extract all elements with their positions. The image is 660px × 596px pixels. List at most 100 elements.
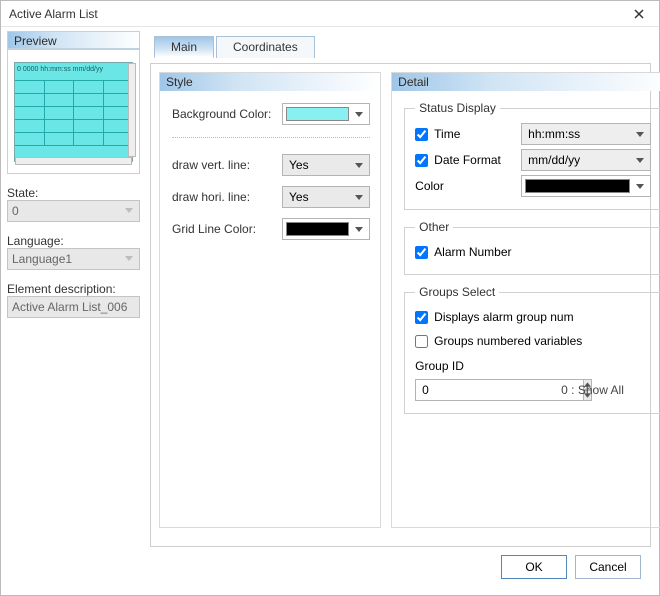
language-label: Language: — [7, 234, 140, 248]
chevron-down-icon — [355, 112, 363, 117]
gridcolor-label: Grid Line Color: — [172, 222, 282, 236]
ok-button[interactable]: OK — [501, 555, 567, 579]
status-display-legend: Status Display — [415, 101, 500, 115]
elemdesc-label: Element description: — [7, 282, 140, 296]
preview-vscrollbar — [128, 63, 136, 157]
time-row: Time hh:mm:ss — [415, 121, 651, 147]
dialog-window: Active Alarm List Preview 0 0000 hh:mm:s… — [0, 0, 660, 596]
date-format-select[interactable]: mm/dd/yy — [521, 149, 651, 171]
horiline-value: Yes — [289, 190, 309, 204]
titlebar: Active Alarm List — [1, 1, 659, 27]
time-format-value: hh:mm:ss — [528, 127, 580, 141]
preview-box: 0 0000 hh:mm:ss mm/dd/yy — [7, 49, 140, 174]
preview-thumbnail: 0 0000 hh:mm:ss mm/dd/yy — [14, 62, 133, 162]
chevron-down-icon — [125, 256, 133, 261]
tab-panel-main: Style Background Color: — [150, 63, 651, 547]
style-section: Style Background Color: — [159, 72, 381, 528]
vertline-row: draw vert. line: Yes — [172, 152, 370, 178]
groups-select-group: Groups Select Displays alarm group num G… — [404, 285, 660, 414]
group-id-hint: 0 : Show All — [561, 383, 624, 397]
group-id-label: Group ID — [415, 359, 651, 373]
state-value: 0 — [12, 204, 19, 218]
status-color-row: Color — [415, 173, 651, 199]
date-checkbox[interactable] — [415, 154, 428, 167]
grp-var-label: Groups numbered variables — [434, 334, 582, 348]
detail-section-title: Detail — [392, 73, 660, 91]
group-id-spinner[interactable] — [415, 379, 535, 401]
date-label: Date Format — [434, 153, 501, 167]
close-icon — [634, 9, 644, 19]
chevron-down-icon — [355, 227, 363, 232]
group-id-row: 0 : Show All — [415, 377, 651, 403]
preview-header: Preview — [7, 31, 140, 49]
preview-group: Preview 0 0000 hh:mm:ss mm/dd/yy — [7, 31, 140, 174]
gridcolor-picker[interactable] — [282, 218, 370, 240]
chevron-down-icon — [636, 184, 644, 189]
chevron-down-icon — [355, 195, 363, 200]
style-column: Style Background Color: — [159, 72, 381, 538]
other-legend: Other — [415, 220, 453, 234]
status-display-group: Status Display Time hh:mm:ss — [404, 101, 660, 210]
bgcolor-row: Background Color: — [172, 101, 370, 127]
elemdesc-group: Element description: Active Alarm List_0… — [7, 280, 140, 318]
time-format-select[interactable]: hh:mm:ss — [521, 123, 651, 145]
language-group: Language: Language1 — [7, 232, 140, 270]
groups-select-legend: Groups Select — [415, 285, 499, 299]
close-button[interactable] — [627, 2, 651, 26]
cancel-button-label: Cancel — [589, 560, 626, 574]
chevron-down-icon — [636, 158, 644, 163]
state-label: State: — [7, 186, 140, 200]
detail-column: Detail Status Display Time — [391, 72, 660, 538]
vertline-select[interactable]: Yes — [282, 154, 370, 176]
tab-coordinates[interactable]: Coordinates — [216, 36, 315, 58]
alarm-number-row: Alarm Number — [415, 240, 651, 264]
group-id-input[interactable] — [415, 379, 584, 401]
detail-section: Detail Status Display Time — [391, 72, 660, 528]
chevron-down-icon — [125, 208, 133, 213]
main-area: Main Coordinates Style Background Color: — [146, 27, 659, 595]
preview-header-strip: 0 0000 hh:mm:ss mm/dd/yy — [15, 63, 132, 81]
detail-section-body: Status Display Time hh:mm:ss — [392, 91, 660, 436]
cancel-button[interactable]: Cancel — [575, 555, 641, 579]
state-select[interactable]: 0 — [7, 200, 140, 222]
style-section-body: Background Color: draw — [160, 91, 380, 260]
grp-var-row: Groups numbered variables — [415, 329, 651, 353]
gridcolor-swatch — [286, 222, 349, 236]
style-section-title: Style — [160, 73, 380, 91]
bgcolor-swatch — [286, 107, 349, 121]
style-divider — [172, 137, 370, 138]
chevron-down-icon — [355, 163, 363, 168]
disp-group-num-row: Displays alarm group num — [415, 305, 651, 329]
disp-group-num-label: Displays alarm group num — [434, 310, 573, 324]
alarm-number-label: Alarm Number — [434, 245, 511, 259]
language-value: Language1 — [12, 252, 72, 266]
ok-button-label: OK — [525, 560, 542, 574]
horiline-row: draw hori. line: Yes — [172, 184, 370, 210]
dialog-body: Preview 0 0000 hh:mm:ss mm/dd/yy S — [1, 27, 659, 595]
elemdesc-value: Active Alarm List_006 — [12, 300, 127, 314]
tab-strip: Main Coordinates — [150, 33, 651, 57]
status-color-swatch — [525, 179, 630, 193]
bgcolor-picker[interactable] — [282, 103, 370, 125]
window-title: Active Alarm List — [9, 7, 627, 21]
state-group: State: 0 — [7, 184, 140, 222]
date-format-value: mm/dd/yy — [528, 153, 580, 167]
language-select[interactable]: Language1 — [7, 248, 140, 270]
date-row: Date Format mm/dd/yy — [415, 147, 651, 173]
vertline-label: draw vert. line: — [172, 158, 282, 172]
status-color-picker[interactable] — [521, 175, 651, 197]
status-color-label: Color — [415, 179, 444, 193]
vertline-value: Yes — [289, 158, 309, 172]
grp-var-checkbox[interactable] — [415, 335, 428, 348]
sidebar: Preview 0 0000 hh:mm:ss mm/dd/yy S — [1, 27, 146, 595]
gridcolor-row: Grid Line Color: — [172, 216, 370, 242]
horiline-select[interactable]: Yes — [282, 186, 370, 208]
disp-group-num-checkbox[interactable] — [415, 311, 428, 324]
time-checkbox[interactable] — [415, 128, 428, 141]
elemdesc-field[interactable]: Active Alarm List_006 — [7, 296, 140, 318]
chevron-down-icon — [636, 132, 644, 137]
alarm-number-checkbox[interactable] — [415, 246, 428, 259]
dialog-footer: OK Cancel — [150, 547, 651, 587]
bgcolor-label: Background Color: — [172, 107, 282, 121]
tab-main[interactable]: Main — [154, 36, 214, 58]
